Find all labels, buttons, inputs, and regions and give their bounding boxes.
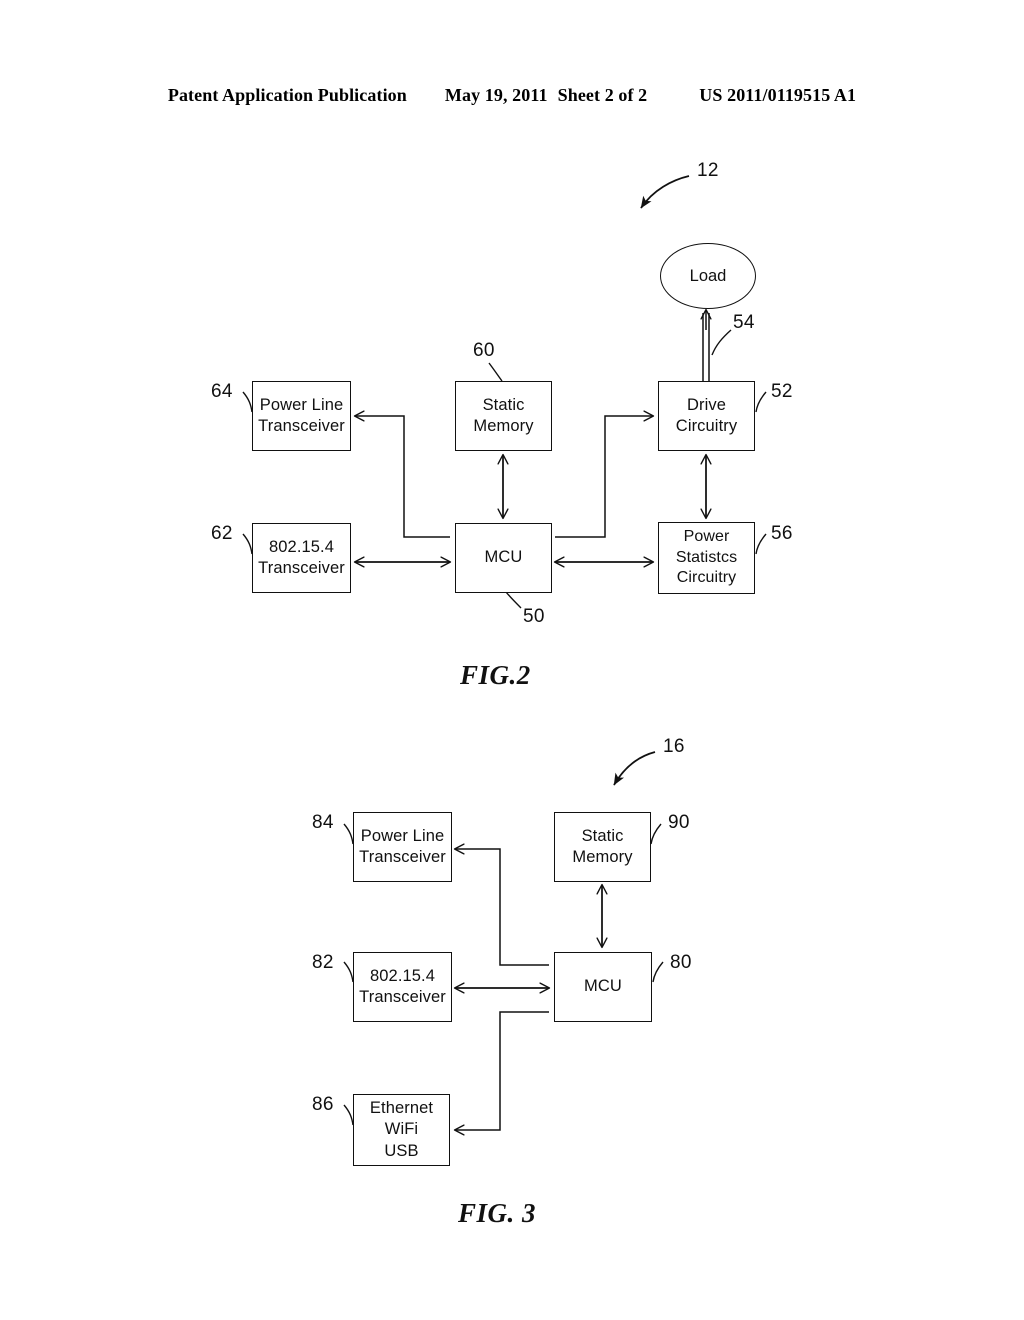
fig2-ref-60: 60 — [473, 340, 495, 361]
fig3-sm-line1: Static — [581, 826, 624, 845]
fig3-node-power-line-transceiver: Power Line Transceiver — [353, 812, 452, 882]
fig2-node-power-line-transceiver: Power Line Transceiver — [252, 381, 351, 451]
page-header: Patent Application Publication May 19, 2… — [0, 85, 1024, 115]
fig2-plt-line2: Transceiver — [258, 417, 345, 435]
fig3-ref-80: 80 — [670, 952, 692, 973]
fig2-ref-54: 54 — [733, 312, 755, 333]
fig3-node-zigbee-transceiver: 802.15.4 Transceiver — [353, 952, 452, 1022]
fig3-caption: FIG. 3 — [458, 1198, 537, 1228]
fig3-zb-line1: 802.15.4 — [369, 966, 436, 985]
fig3-mcu-label: MCU — [584, 977, 622, 996]
fig2-ref-62: 62 — [211, 523, 233, 544]
publication-date: May 19, 2011 — [444, 85, 548, 105]
fig2-node-static-memory: Static Memory — [455, 381, 552, 451]
fig2-node-drive-circuitry: Drive Circuitry — [658, 381, 755, 451]
fig3-node-mcu: MCU — [554, 952, 652, 1022]
fig2-ref-52: 52 — [771, 381, 793, 402]
fig2-drive-line2: Circuitry — [675, 417, 738, 435]
fig3-net-line3: USB — [384, 1141, 419, 1160]
fig3-plt-line2: Transceiver — [359, 848, 446, 866]
fig3-net-line2: WiFi — [384, 1120, 419, 1139]
fig2-ref-12: 12 — [697, 160, 719, 181]
fig3-node-network-interface: Ethernet WiFi USB — [353, 1094, 450, 1166]
fig2-ref-64: 64 — [211, 381, 233, 402]
fig2-ref-50: 50 — [523, 606, 545, 627]
fig3-plt-line1: Power Line — [360, 826, 445, 845]
fig2-sm-line2: Memory — [473, 417, 534, 435]
fig3-ref-84: 84 — [312, 812, 334, 833]
fig2-ps-line2: Statistcs — [675, 548, 738, 566]
fig2-ps-line1: Power — [683, 528, 730, 546]
fig3-net-line1: Ethernet — [369, 1099, 434, 1118]
fig3-ref-86: 86 — [312, 1094, 334, 1115]
fig2-node-power-statistics-circuitry: Power Statistcs Circuitry — [658, 522, 755, 594]
fig2-node-load: Load — [660, 243, 756, 309]
fig3-node-static-memory: Static Memory — [554, 812, 651, 882]
sheet-number: Sheet 2 of 2 — [557, 85, 648, 105]
fig2-node-zigbee-transceiver: 802.15.4 Transceiver — [252, 523, 351, 593]
fig3-sm-line2: Memory — [572, 848, 633, 866]
fig3-ref-82: 82 — [312, 952, 334, 973]
fig2-node-mcu: MCU — [455, 523, 552, 593]
fig3-zb-line2: Transceiver — [359, 988, 446, 1006]
fig2-plt-line1: Power Line — [259, 395, 344, 414]
document-number: US 2011/0119515 A1 — [699, 85, 857, 105]
publication-date-sheet: May 19, 2011 Sheet 2 of 2 — [445, 85, 647, 106]
fig2-ps-line3: Circuitry — [676, 569, 737, 587]
fig3-ref-16: 16 — [663, 736, 685, 757]
fig2-drive-line1: Drive — [686, 395, 726, 414]
fig2-zb-line2: Transceiver — [258, 559, 345, 577]
publication-title: Patent Application Publication — [167, 85, 407, 105]
fig3-ref-90: 90 — [668, 812, 690, 833]
fig2-mcu-label: MCU — [484, 548, 523, 567]
fig2-sm-line1: Static — [482, 395, 525, 414]
fig2-zb-line1: 802.15.4 — [268, 537, 335, 556]
fig2-ref-56: 56 — [771, 523, 793, 544]
fig2-caption: FIG.2 — [460, 660, 531, 690]
fig2-load-label: Load — [689, 266, 727, 285]
